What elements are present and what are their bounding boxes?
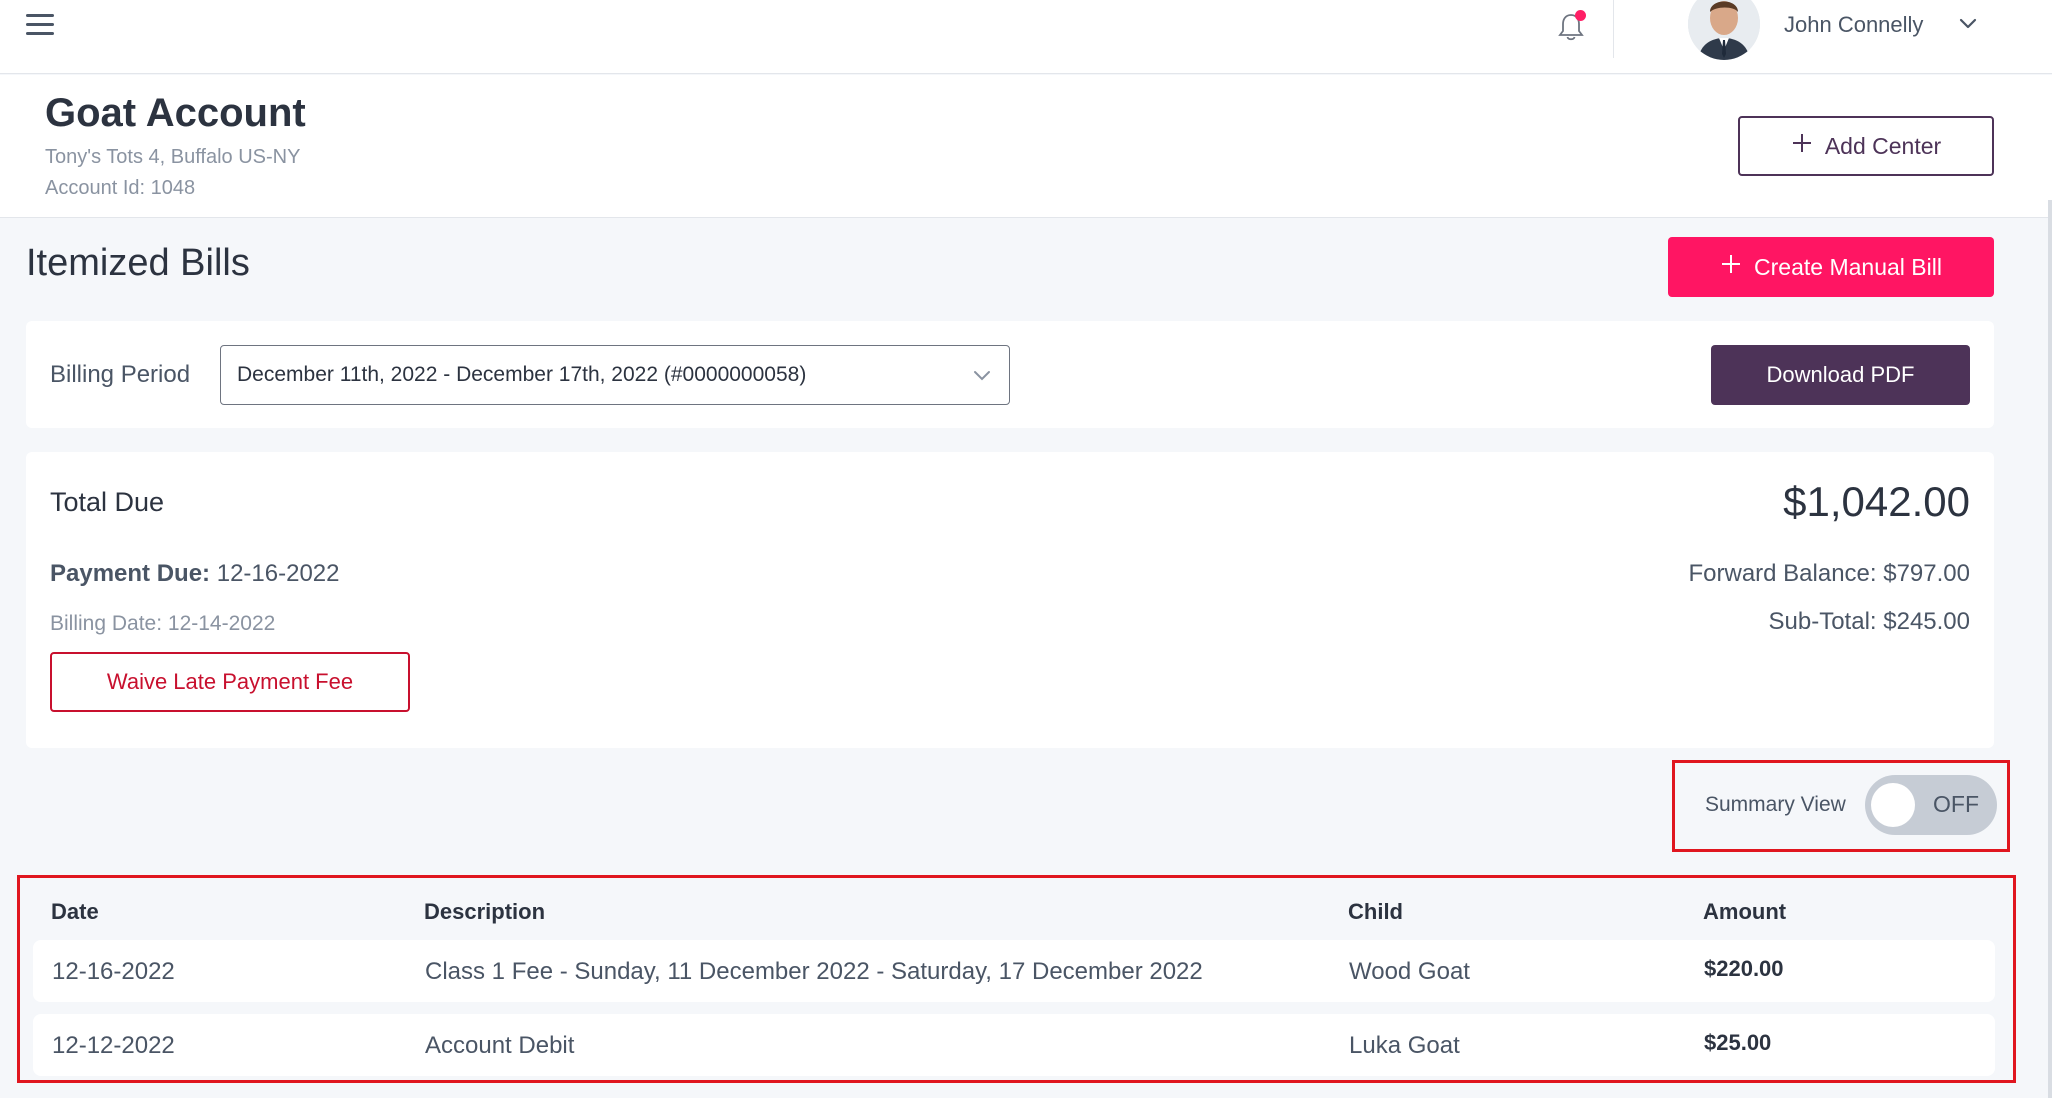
- create-manual-bill-label: Create Manual Bill: [1754, 253, 1942, 280]
- billing-date: Billing Date: 12-14-2022: [50, 612, 276, 635]
- column-header-date[interactable]: Date: [51, 899, 99, 925]
- account-location: Tony's Tots 4, Buffalo US-NY: [45, 146, 301, 168]
- row-amount: $220.00: [1704, 956, 1784, 981]
- sub-total: Sub-Total: $245.00: [1768, 608, 1970, 635]
- download-pdf-button[interactable]: Download PDF: [1711, 345, 1970, 405]
- account-id: Account Id: 1048: [45, 177, 196, 199]
- row-child: Wood Goat: [1349, 958, 1470, 985]
- summary-view-toggle[interactable]: OFF: [1865, 775, 1997, 835]
- payment-due-date: 12-16-2022: [216, 560, 340, 587]
- total-due-amount: $1,042.00: [1783, 478, 1970, 525]
- add-center-label: Add Center: [1824, 132, 1942, 159]
- row-date: 12-12-2022: [52, 1032, 175, 1059]
- toggle-state: OFF: [1933, 791, 1979, 817]
- billing-period-card: Billing Period December 11th, 2022 - Dec…: [26, 321, 1994, 428]
- page-title: Goat Account: [45, 91, 306, 135]
- billing-period-label: Billing Period: [50, 361, 191, 388]
- create-manual-bill-button[interactable]: Create Manual Bill: [1668, 237, 1994, 297]
- row-child: Luka Goat: [1349, 1032, 1460, 1059]
- payment-due-label: Payment Due:: [50, 560, 211, 587]
- billing-period-select[interactable]: December 11th, 2022 - December 17th, 202…: [220, 345, 1010, 405]
- row-description: Class 1 Fee - Sunday, 11 December 2022 -…: [425, 958, 1203, 985]
- avatar[interactable]: [1688, 0, 1760, 60]
- total-due-card: Total Due $1,042.00 Payment Due: 12-16-2…: [26, 452, 1994, 748]
- section-title: Itemized Bills: [26, 242, 250, 284]
- scrollbar[interactable]: [2048, 200, 2052, 1098]
- forward-balance: Forward Balance: $797.00: [1688, 560, 1970, 587]
- menu-icon[interactable]: [26, 14, 54, 40]
- column-header-amount[interactable]: Amount: [1703, 899, 1786, 925]
- account-header: Goat Account Tony's Tots 4, Buffalo US-N…: [0, 75, 2052, 218]
- user-name[interactable]: John Connelly: [1784, 12, 1923, 38]
- toggle-knob: [1871, 783, 1915, 827]
- table-row[interactable]: 12-12-2022 Account Debit Luka Goat $25.0…: [33, 1014, 1995, 1076]
- plus-icon: [1791, 132, 1813, 160]
- payment-due: Payment Due: 12-16-2022: [50, 560, 339, 588]
- plus-icon: [1720, 253, 1742, 281]
- row-date: 12-16-2022: [52, 958, 175, 985]
- add-center-button[interactable]: Add Center: [1738, 116, 1994, 176]
- notification-badge: [1575, 10, 1586, 21]
- waive-late-fee-button[interactable]: Waive Late Payment Fee: [50, 652, 410, 712]
- bills-table: Date Description Child Amount 12-16-2022…: [17, 875, 2016, 1083]
- summary-view-label: Summary View: [1705, 793, 1846, 816]
- total-due-label: Total Due: [50, 487, 165, 517]
- summary-view-control: Summary View OFF: [1672, 760, 2010, 852]
- column-header-child[interactable]: Child: [1348, 899, 1403, 925]
- row-amount: $25.00: [1704, 1030, 1772, 1055]
- top-bar: John Connelly: [0, 0, 2052, 74]
- divider: [1613, 0, 1614, 58]
- chevron-down-icon: [971, 364, 993, 386]
- notification-bell-icon[interactable]: [1552, 8, 1590, 46]
- chevron-down-icon[interactable]: [1956, 12, 1980, 36]
- billing-period-value: December 11th, 2022 - December 17th, 202…: [237, 363, 807, 386]
- table-row[interactable]: 12-16-2022 Class 1 Fee - Sunday, 11 Dece…: [33, 940, 1995, 1002]
- row-description: Account Debit: [425, 1032, 575, 1059]
- column-header-description[interactable]: Description: [424, 899, 545, 925]
